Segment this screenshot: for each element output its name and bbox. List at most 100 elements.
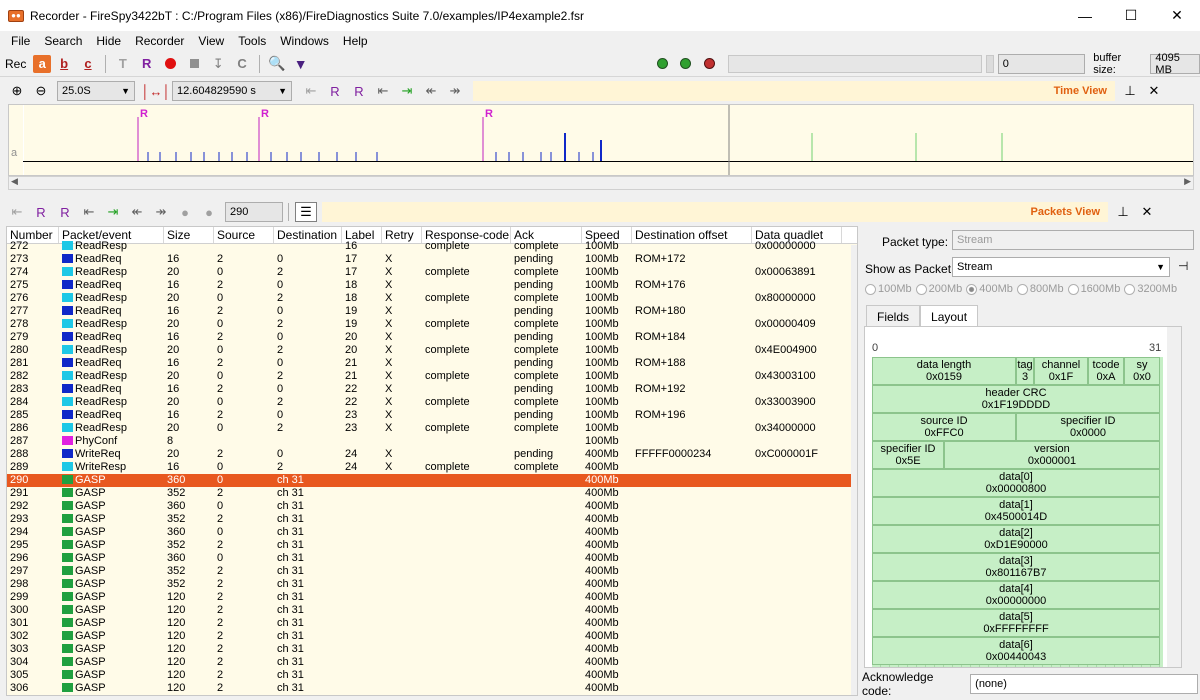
bookmark-next-icon[interactable]: ●	[198, 202, 220, 222]
trigger-b-button[interactable]: b	[53, 54, 75, 74]
pin-icon[interactable]: ⊣	[1178, 259, 1188, 273]
search-icon[interactable]: 🔍	[266, 54, 288, 74]
table-row[interactable]: 299 GASP 120 2 ch 31 400Mb	[7, 591, 857, 604]
menu-search[interactable]: Search	[37, 34, 89, 48]
table-row-selected[interactable]: 290 GASP 360 0 ch 31 400Mb	[7, 474, 857, 487]
prev-packet-icon[interactable]: ↞	[126, 202, 148, 222]
table-row[interactable]: 283 ReadReq 16 2 0 22 Xpending 100Mb ROM+192	[7, 383, 857, 396]
pin-icon[interactable]: ⊥	[1119, 81, 1141, 101]
next-packet-icon[interactable]: ↠	[444, 81, 466, 101]
next-r-icon[interactable]: R	[54, 202, 76, 222]
next-mark-icon[interactable]: ⇥	[396, 81, 418, 101]
close-icon[interactable]: ✕	[1136, 202, 1158, 222]
stop-icon[interactable]	[183, 54, 205, 74]
table-row[interactable]: 305 GASP 120 2 ch 31 400Mb	[7, 669, 857, 682]
table-row[interactable]: 275 ReadReq 16 2 0 18 Xpending 100Mb ROM+176	[7, 279, 857, 292]
table-row[interactable]: 272 ReadResp 16 complete complete 100Mb 0x0000…	[7, 240, 857, 253]
goto-start-icon[interactable]: ⇤	[6, 202, 28, 222]
table-row[interactable]: 294 GASP 360 0 ch 31 400Mb	[7, 526, 857, 539]
table-row[interactable]: 304 GASP 120 2 ch 31 400Mb	[7, 656, 857, 669]
details-panel-icon[interactable]: ☰	[295, 202, 317, 222]
time-marker-icon[interactable]: │↔│	[141, 81, 170, 101]
prev-packet-icon[interactable]: ↞	[420, 81, 442, 101]
table-row[interactable]: 278 ReadResp 20 0 2 19 Xcomplete complete 100Mb 0…	[7, 318, 857, 331]
maximize-button[interactable]: ☐	[1108, 0, 1154, 31]
close-window-button[interactable]: ✕	[1154, 0, 1200, 31]
next-mark-icon[interactable]: ⇥	[102, 202, 124, 222]
vertical-scrollbar[interactable]	[851, 245, 857, 695]
table-row[interactable]: 276 ReadResp 20 0 2 18 Xcomplete complete 100Mb 0…	[7, 292, 857, 305]
speed-radio-100[interactable]: 100Mb	[865, 283, 912, 295]
filter-icon[interactable]: ▼	[290, 54, 312, 74]
table-row[interactable]: 277 ReadReq 16 2 0 19 Xpending 100Mb ROM+180	[7, 305, 857, 318]
prev-mark-icon[interactable]: ⇤	[372, 81, 394, 101]
prev-r-icon[interactable]: R	[324, 81, 346, 101]
goto-packet-input[interactable]: 290	[225, 202, 283, 222]
prev-mark-icon[interactable]: ⇤	[78, 202, 100, 222]
table-row[interactable]: 282 ReadResp 20 0 2 21 Xcomplete complete 100Mb 0…	[7, 370, 857, 383]
pin-icon[interactable]: ⊥	[1112, 202, 1134, 222]
prev-r-icon[interactable]: R	[30, 202, 52, 222]
table-row[interactable]: 297 GASP 352 2 ch 31 400Mb	[7, 565, 857, 578]
tab-fields[interactable]: Fields	[866, 305, 921, 327]
record-icon[interactable]	[160, 54, 182, 74]
show-as-dropdown[interactable]: Stream ▼	[952, 257, 1170, 277]
scroll-left-icon[interactable]: ◀	[11, 176, 18, 187]
tab-layout[interactable]: Layout	[920, 305, 979, 327]
table-row[interactable]: 285 ReadReq 16 2 0 23 Xpending 100Mb ROM+196	[7, 409, 857, 422]
table-row[interactable]: 298 GASP 352 2 ch 31 400Mb	[7, 578, 857, 591]
table-row[interactable]: 286 ReadResp 20 0 2 23 Xcomplete complete 100Mb 0…	[7, 422, 857, 435]
bookmark-prev-icon[interactable]: ●	[174, 202, 196, 222]
table-row[interactable]: 293 GASP 352 2 ch 31 400Mb	[7, 513, 857, 526]
trigger-a-button[interactable]: a	[33, 54, 52, 73]
close-icon[interactable]: ✕	[1143, 81, 1165, 101]
table-row[interactable]: 306 GASP 120 2 ch 31 400Mb	[7, 682, 857, 695]
trigger-t-icon[interactable]: T	[112, 54, 134, 74]
record-r-icon[interactable]: R	[136, 54, 158, 74]
table-row[interactable]: 295 GASP 352 2 ch 31 400Mb	[7, 539, 857, 552]
menu-view[interactable]: View	[191, 34, 231, 48]
table-row[interactable]: 301 GASP 120 2 ch 31 400Mb	[7, 617, 857, 630]
download-icon[interactable]: ↧	[207, 54, 229, 74]
table-row[interactable]: 274 ReadResp 20 0 2 17 Xcomplete complete 100Mb 0…	[7, 266, 857, 279]
time-view-chart[interactable]: a RRR	[8, 104, 1194, 176]
table-row[interactable]: 291 GASP 352 2 ch 31 400Mb	[7, 487, 857, 500]
trigger-c-button[interactable]: c	[77, 54, 99, 74]
menu-recorder[interactable]: Recorder	[128, 34, 191, 48]
table-row[interactable]: 287 PhyConf 8 100Mb	[7, 435, 857, 448]
table-row[interactable]: 300 GASP 120 2 ch 31 400Mb	[7, 604, 857, 617]
table-row[interactable]: 292 GASP 360 0 ch 31 400Mb	[7, 500, 857, 513]
scroll-right-icon[interactable]: ▶	[1184, 176, 1191, 187]
horizontal-scrollbar[interactable]: ◀ ▶	[8, 176, 1194, 190]
time-dropdown[interactable]: 12.604829590 s ▼	[172, 81, 292, 101]
zoom-dropdown[interactable]: 25.0S ▼	[57, 81, 135, 101]
menu-file[interactable]: File	[4, 34, 37, 48]
menu-windows[interactable]: Windows	[273, 34, 336, 48]
menu-tools[interactable]: Tools	[231, 34, 273, 48]
table-row[interactable]: 289 WriteResp 16 0 2 24 Xcomplete complete 400Mb	[7, 461, 857, 474]
next-r-icon[interactable]: R	[348, 81, 370, 101]
table-row[interactable]: 279 ReadReq 16 2 0 20 Xpending 100Mb ROM+184	[7, 331, 857, 344]
menu-hide[interactable]: Hide	[89, 34, 128, 48]
capture-c-icon[interactable]: C	[231, 54, 253, 74]
next-packet-icon[interactable]: ↠	[150, 202, 172, 222]
goto-start-icon[interactable]: ⇤	[300, 81, 322, 101]
speed-radio-3200[interactable]: 3200Mb	[1124, 283, 1177, 295]
minimize-button[interactable]: —	[1062, 0, 1108, 31]
table-row[interactable]: 302 GASP 120 2 ch 31 400Mb	[7, 630, 857, 643]
zoom-in-icon[interactable]: ⊕	[6, 81, 28, 101]
table-row[interactable]: 303 GASP 120 2 ch 31 400Mb	[7, 643, 857, 656]
table-row[interactable]: 281 ReadReq 16 2 0 21 Xpending 100Mb ROM+188	[7, 357, 857, 370]
zoom-out-icon[interactable]: ⊖	[30, 81, 52, 101]
table-row[interactable]: 288 WriteReq 20 2 0 24 Xpending 400Mb FFFFF00002…	[7, 448, 857, 461]
speed-radio-1600[interactable]: 1600Mb	[1067, 283, 1120, 295]
table-row[interactable]: 273 ReadReq 16 2 0 17 Xpending 100Mb ROM+172	[7, 253, 857, 266]
table-row[interactable]: 280 ReadResp 20 0 2 20 Xcomplete complete 100Mb 0…	[7, 344, 857, 357]
speed-radio-200[interactable]: 200Mb	[915, 283, 962, 295]
layout-scrollbar[interactable]	[1167, 327, 1181, 667]
table-row[interactable]: 284 ReadResp 20 0 2 22 Xcomplete complete 100Mb 0…	[7, 396, 857, 409]
menu-help[interactable]: Help	[336, 34, 375, 48]
table-row[interactable]: 296 GASP 360 0 ch 31 400Mb	[7, 552, 857, 565]
speed-radio-800[interactable]: 800Mb	[1016, 283, 1064, 295]
speed-radio-400[interactable]: 400Mb	[966, 283, 1013, 295]
